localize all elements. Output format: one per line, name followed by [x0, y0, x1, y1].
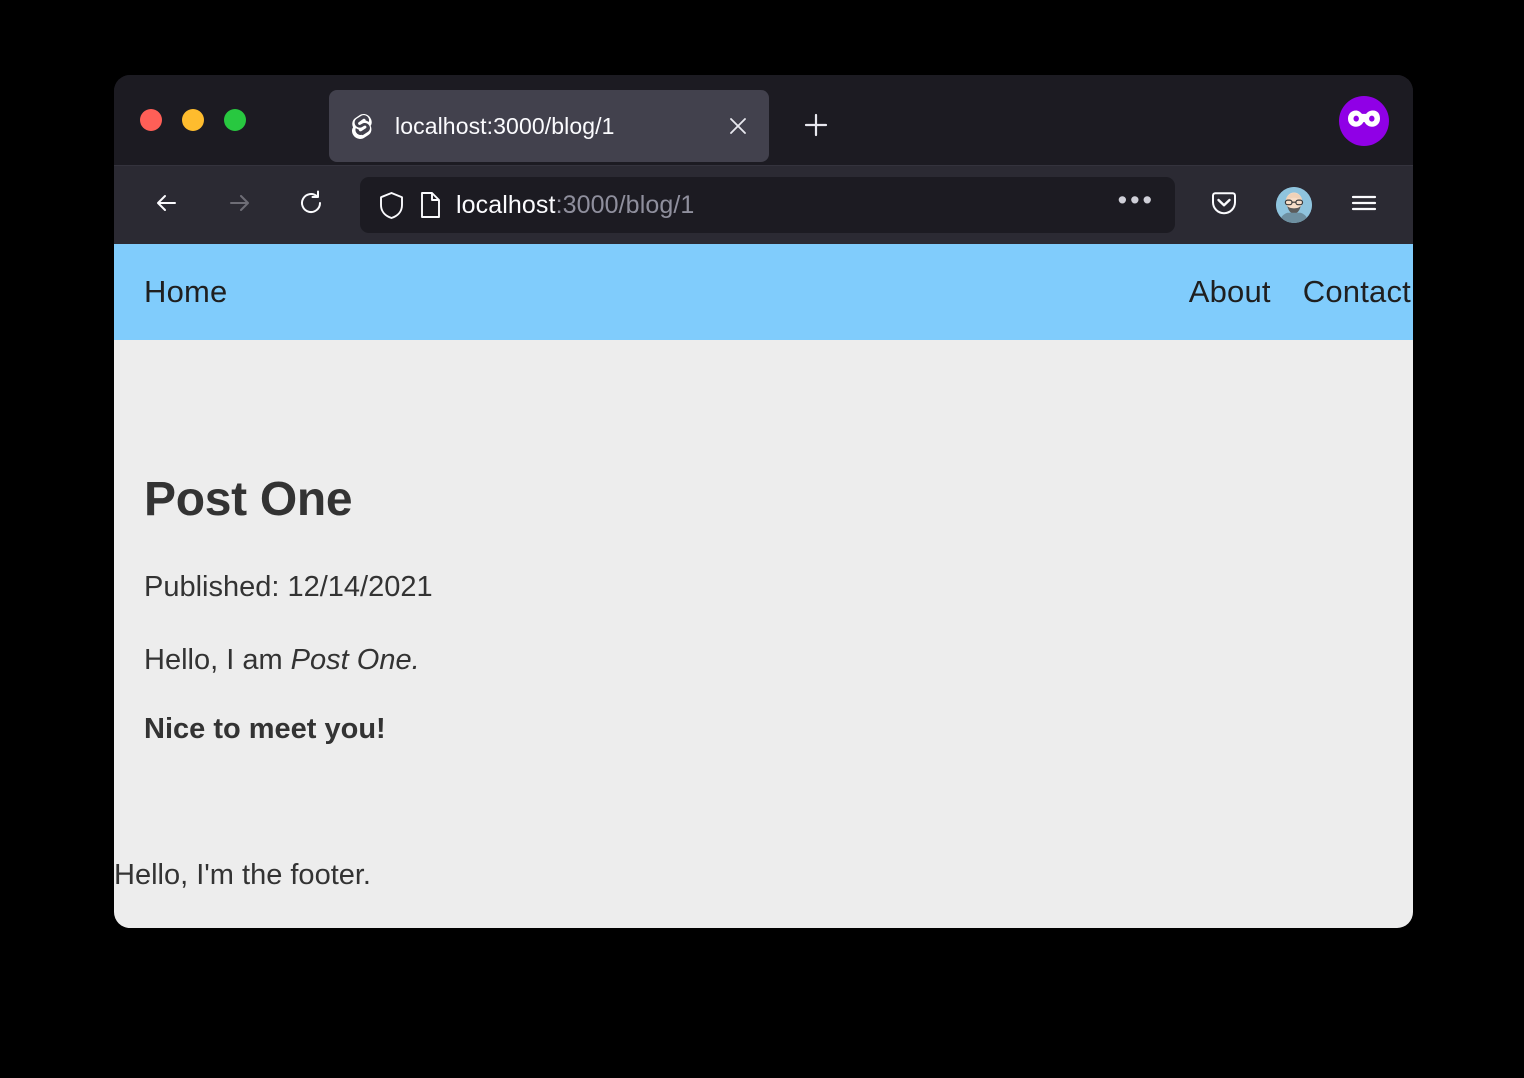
toolbar-right-actions	[1197, 178, 1391, 232]
url-path: :3000/blog/1	[555, 190, 695, 219]
svelte-logo-icon	[351, 113, 377, 139]
shield-icon[interactable]	[378, 191, 405, 220]
post-content: Post One Published: 12/14/2021 Hello, I …	[114, 340, 1413, 859]
page-title: Post One	[144, 473, 353, 526]
page-viewport: Home About Contact Post One Published: 1…	[114, 244, 1413, 928]
minimize-window-button[interactable]	[182, 109, 204, 131]
back-button[interactable]	[140, 178, 194, 232]
ellipsis-icon[interactable]: •••	[1112, 187, 1161, 216]
app-menu-button[interactable]	[1337, 178, 1391, 232]
window-traffic-lights	[114, 109, 246, 131]
forward-button[interactable]	[212, 178, 266, 232]
plus-icon	[802, 111, 830, 144]
avatar	[1276, 187, 1312, 223]
nav-link-home[interactable]: Home	[144, 274, 228, 310]
tab-strip: localhost:3000/blog/1	[114, 75, 1413, 165]
private-browsing-mask-icon	[1347, 108, 1381, 135]
tab-title: localhost:3000/blog/1	[395, 112, 615, 139]
post-body-strong: Nice to meet you!	[144, 713, 386, 745]
url-host: localhost	[456, 190, 556, 219]
pocket-icon	[1209, 188, 1239, 223]
url-text: localhost:3000/blog/1	[456, 191, 1098, 220]
site-navbar-right: About Contact	[1189, 274, 1413, 310]
url-bar[interactable]: localhost:3000/blog/1 •••	[360, 177, 1175, 233]
site-navbar: Home About Contact	[114, 244, 1413, 340]
browser-toolbar: localhost:3000/blog/1 •••	[114, 165, 1413, 244]
page-document-icon[interactable]	[419, 191, 442, 219]
pocket-button[interactable]	[1197, 178, 1251, 232]
hamburger-menu-icon	[1349, 188, 1379, 223]
new-tab-button[interactable]	[796, 107, 836, 147]
post-body-emphasis: Post One.	[290, 644, 420, 676]
browser-window: localhost:3000/blog/1 localhost:3000/blo…	[114, 75, 1413, 928]
post-published-date: Published: 12/14/2021	[144, 571, 433, 603]
reload-button[interactable]	[284, 178, 338, 232]
close-icon[interactable]	[721, 109, 755, 143]
maximize-window-button[interactable]	[224, 109, 246, 131]
nav-link-about[interactable]: About	[1189, 274, 1271, 310]
private-browsing-indicator[interactable]	[1339, 96, 1389, 146]
post-body-prefix: Hello, I am	[144, 644, 291, 676]
browser-tab-active[interactable]: localhost:3000/blog/1	[329, 90, 769, 162]
reload-icon	[295, 187, 327, 224]
close-window-button[interactable]	[140, 109, 162, 131]
account-button[interactable]	[1267, 178, 1321, 232]
forward-arrow-icon	[223, 187, 255, 224]
post-body-paragraph: Hello, I am Post One.	[144, 644, 1413, 677]
site-footer: Hello, I'm the footer.	[114, 859, 371, 891]
nav-link-contact[interactable]: Contact	[1303, 274, 1411, 310]
site-navbar-left: Home	[144, 274, 228, 310]
back-arrow-icon	[151, 187, 183, 224]
